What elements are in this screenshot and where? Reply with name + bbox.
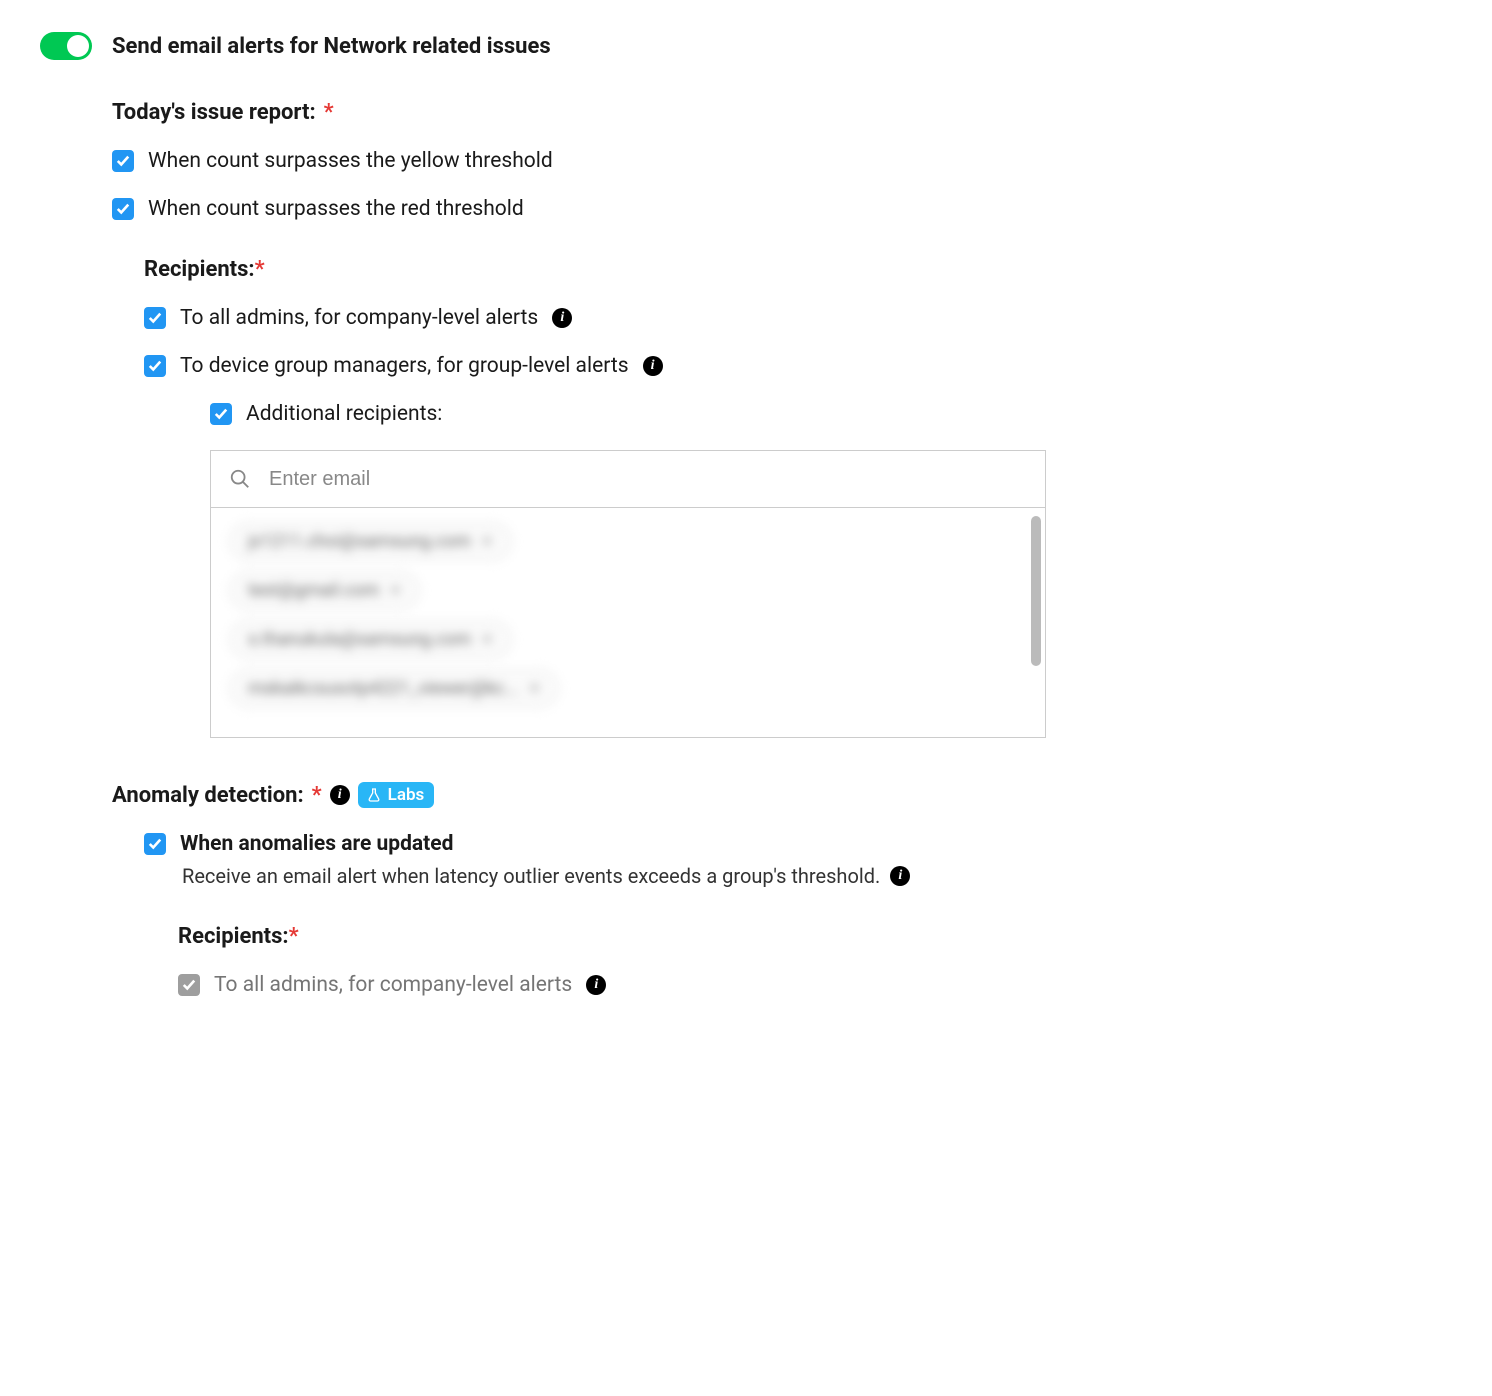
- anomaly-description: Receive an email alert when latency outl…: [182, 864, 880, 888]
- anomalies-updated-label: When anomalies are updated: [180, 832, 453, 856]
- labs-label: Labs: [388, 785, 425, 805]
- additional-recipients-checkbox[interactable]: [210, 403, 232, 425]
- anomaly-title: Anomaly detection:: [112, 783, 304, 808]
- close-icon[interactable]: ✕: [481, 632, 493, 648]
- recipient-chip[interactable]: mskaikcsusotp4221_viewer@kc...✕: [229, 669, 559, 708]
- info-icon[interactable]: i: [552, 308, 572, 328]
- managers-label: To device group managers, for group-leve…: [180, 354, 629, 378]
- recipients-header: Recipients:*: [144, 257, 1452, 282]
- anomaly-description-row: Receive an email alert when latency outl…: [182, 864, 1452, 888]
- toggle-knob: [67, 35, 89, 57]
- today-report-header: Today's issue report: *: [112, 100, 1452, 125]
- recipients-chip-list[interactable]: jx1211.choi@samsung.com✕ test@gmail.com✕…: [210, 508, 1046, 738]
- anomaly-admins-label: To all admins, for company-level alerts: [214, 973, 572, 997]
- yellow-threshold-label: When count surpasses the yellow threshol…: [148, 149, 553, 173]
- anomaly-recipients-header: Recipients:*: [178, 924, 1452, 949]
- anomaly-admins-checkbox: [178, 974, 200, 996]
- recipients-title: Recipients:: [144, 257, 255, 282]
- admins-checkbox[interactable]: [144, 307, 166, 329]
- recipient-chip[interactable]: s.thanukula@samsung.com✕: [229, 620, 512, 659]
- info-icon[interactable]: i: [330, 785, 350, 805]
- close-icon[interactable]: ✕: [529, 681, 541, 697]
- red-threshold-checkbox[interactable]: [112, 198, 134, 220]
- anomalies-updated-checkbox[interactable]: [144, 833, 166, 855]
- info-icon[interactable]: i: [586, 975, 606, 995]
- search-icon: [229, 468, 251, 490]
- email-input[interactable]: [269, 468, 1027, 491]
- additional-recipients-label: Additional recipients:: [246, 402, 442, 426]
- email-input-container: [210, 450, 1046, 508]
- today-report-title: Today's issue report:: [112, 100, 316, 125]
- required-asterisk: *: [255, 257, 265, 282]
- required-asterisk: *: [312, 783, 322, 808]
- info-icon[interactable]: i: [890, 866, 910, 886]
- scrollbar[interactable]: [1031, 516, 1041, 666]
- recipient-chip[interactable]: jx1211.choi@samsung.com✕: [229, 522, 512, 561]
- info-icon[interactable]: i: [643, 356, 663, 376]
- page-title: Send email alerts for Network related is…: [112, 34, 551, 59]
- yellow-threshold-checkbox[interactable]: [112, 150, 134, 172]
- send-alerts-toggle[interactable]: [40, 32, 92, 60]
- required-asterisk: *: [289, 924, 299, 949]
- close-icon[interactable]: ✕: [389, 583, 401, 599]
- close-icon[interactable]: ✕: [481, 534, 493, 550]
- anomaly-header: Anomaly detection: * i Labs: [112, 782, 1452, 808]
- recipient-chip[interactable]: test@gmail.com✕: [229, 571, 420, 610]
- anomaly-recipients-title: Recipients:: [178, 924, 289, 949]
- red-threshold-label: When count surpasses the red threshold: [148, 197, 524, 221]
- managers-checkbox[interactable]: [144, 355, 166, 377]
- admins-label: To all admins, for company-level alerts: [180, 306, 538, 330]
- flask-icon: [366, 787, 382, 803]
- labs-badge: Labs: [358, 782, 435, 808]
- required-asterisk: *: [324, 100, 334, 125]
